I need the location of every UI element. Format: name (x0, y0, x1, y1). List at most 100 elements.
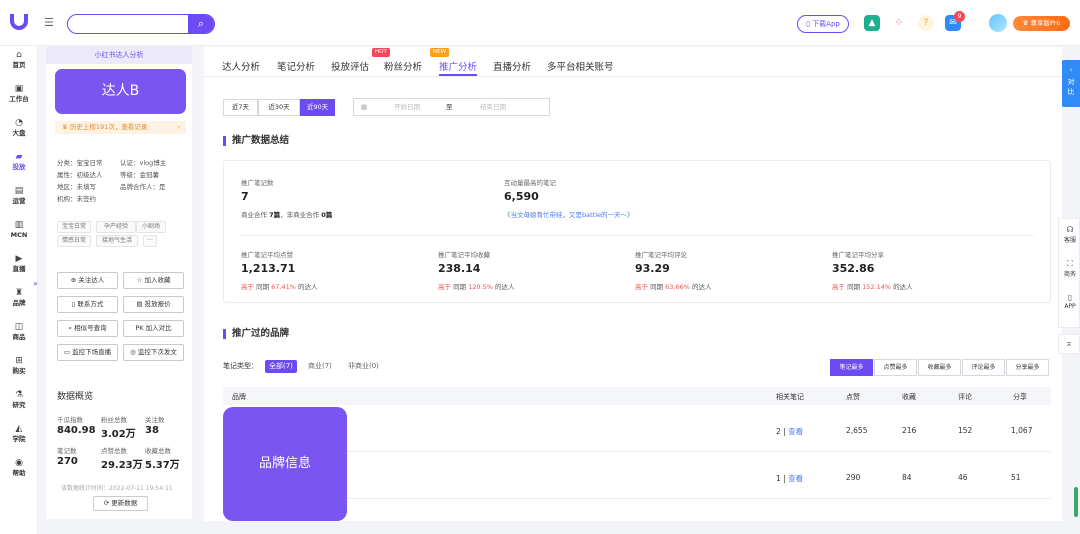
action-button[interactable]: ▯ 联系方式 (57, 296, 118, 313)
right-tool-1[interactable]: ⛶ 商务 (1059, 259, 1080, 278)
nav-item-label: 帮助 (12, 469, 26, 477)
profile-tag: 小剧场 (136, 221, 166, 233)
tab-1[interactable]: 笔记分析 (277, 59, 315, 73)
scrollbar-thumb[interactable] (1074, 487, 1078, 517)
back-to-top-icon[interactable]: ⌅ (1058, 334, 1080, 354)
right-tool-2[interactable]: ▯ APP (1059, 293, 1080, 310)
info-category: 分类：宝宝日常 (57, 159, 103, 167)
end-date[interactable]: 结束日期 (480, 99, 506, 115)
right-tool-0[interactable]: ☊ 客服 (1059, 225, 1080, 244)
filter-option[interactable]: 非商业(0) (348, 360, 379, 373)
filter-option[interactable]: 全部(7) (265, 360, 297, 373)
action-button[interactable]: ☆ 加入收藏 (123, 272, 184, 289)
date-range-picker[interactable]: ▦ 开始日期 至 结束日期 (353, 98, 550, 116)
nav-item-6[interactable]: ▶ 直播 (0, 254, 38, 282)
compare-mid: 同期 (650, 283, 664, 291)
info-brand-coop: 品牌合作人：是 (120, 183, 166, 191)
cell-favs: 216 (902, 426, 917, 435)
user-avatar[interactable] (989, 14, 1007, 32)
help-icon[interactable]: ? (918, 15, 934, 31)
search-input[interactable] (76, 17, 176, 31)
metric-label: 推广笔记平均收藏 (438, 251, 490, 259)
metric-value: 238.14 (438, 262, 481, 275)
tab-0[interactable]: 达人分析 (222, 59, 260, 73)
nav-item-9[interactable]: ⊞ 购买 (0, 356, 38, 384)
top-bar: ☰ ⌕ ▯ 下载App ▲ ⁘ ? ✉ 9 ♛ 尊享版Pro (0, 0, 1080, 46)
table-row: 2 | 查看 2,655 216 152 1,067 (223, 406, 1051, 452)
apps-icon[interactable]: ⁘ (891, 15, 907, 31)
sort-button[interactable]: 评论最多 (962, 359, 1005, 376)
metric-value: 352.86 (832, 262, 875, 275)
sort-button[interactable]: 笔记最多 (830, 359, 873, 376)
menu-toggle-icon[interactable]: ☰ (44, 17, 56, 28)
filter-option[interactable]: 商业(7) (308, 360, 332, 373)
action-button[interactable]: ⌕ 相似号查询 (57, 320, 118, 337)
sort-button[interactable]: 分享最多 (1006, 359, 1049, 376)
compare-button[interactable]: ‹ 对比 (1062, 60, 1080, 107)
range-button[interactable]: 近30天 (258, 99, 300, 116)
history-link[interactable]: ♛ 历史上榜191次，查看记录 › (55, 121, 186, 134)
sort-button[interactable]: 收藏最多 (918, 359, 961, 376)
nav-item-label: 学院 (12, 435, 26, 443)
info-cert: 认证：vlog博主 (120, 159, 167, 167)
tab-3[interactable]: 粉丝分析 (384, 59, 422, 73)
top-note-link[interactable]: 《当文母娘育忙带娃，又是battle的一天～》 (504, 209, 634, 219)
profile-tag: 宝宝日常 (57, 221, 91, 233)
cell-shares: 51 (1011, 473, 1021, 482)
shop-icon[interactable]: ▲ (864, 15, 880, 31)
note-count-breakdown: 商业合作 7篇，非商业合作 0篇 (241, 209, 332, 219)
nav-item-3[interactable]: ▰ 投放 (0, 152, 38, 180)
tab-5[interactable]: 直播分析 (493, 59, 531, 73)
headset-icon: ☊ (1066, 225, 1074, 234)
overview-label: 粉丝总数 (101, 416, 127, 424)
nav-item-5[interactable]: ▥ MCN (0, 220, 38, 248)
start-date[interactable]: 开始日期 (394, 99, 420, 115)
compare-prefix: 高于 (241, 283, 254, 291)
tab-6[interactable]: 多平台相关账号 (547, 59, 614, 73)
sort-button[interactable]: 点赞最多 (874, 359, 917, 376)
nav-item-0[interactable]: ⌂ 首页 (0, 50, 38, 78)
compare-percent: 152.14% (862, 283, 892, 291)
nav-item-10[interactable]: ⚗ 研究 (0, 390, 38, 418)
note-count-value: 7 (241, 190, 249, 203)
action-button[interactable]: ⊕ 关注达人 (57, 272, 118, 289)
action-button[interactable]: ▤ 投放报价 (123, 296, 184, 313)
home-icon: ⌂ (16, 50, 22, 60)
compare-prefix: 高于 (832, 283, 845, 291)
mcn-icon: ▥ (14, 220, 24, 230)
action-button[interactable]: ▭ 监控下场直播 (57, 344, 118, 361)
tab-4[interactable]: 推广分析 (439, 59, 477, 73)
update-data-button[interactable]: ⟳ 更新数据 (93, 496, 148, 511)
nav-item-2[interactable]: ◔ 大盘 (0, 118, 38, 146)
nav-item-4[interactable]: ▤ 运营 (0, 186, 38, 214)
nav-item-1[interactable]: ▣ 工作台 (0, 84, 38, 112)
tab-pill-new: NEW (430, 48, 450, 57)
tab-pill-hot: HOT (372, 48, 390, 57)
notification-badge: 9 (954, 11, 965, 22)
nav-item-12[interactable]: ◉ 帮助 (0, 458, 38, 486)
action-button[interactable]: ◎ 监控下次发文 (123, 344, 184, 361)
action-label: 相似号查询 (74, 324, 107, 332)
nav-item-8[interactable]: ◫ 商品 (0, 322, 38, 350)
range-button[interactable]: 近7天 (223, 99, 258, 116)
view-link[interactable]: 查看 (788, 427, 803, 436)
compare-percent: 63.66% (665, 283, 690, 291)
action-button[interactable]: PK 加入对比 (123, 320, 184, 337)
view-link[interactable]: 查看 (788, 474, 803, 483)
range-button[interactable]: 近90天 (300, 99, 335, 116)
nav-item-7[interactable]: ♜ 品牌 (0, 288, 38, 316)
tab-2[interactable]: 投放评估 (331, 59, 369, 73)
nav-item-label: MCN (10, 231, 28, 239)
download-app-button[interactable]: ▯ 下载App (797, 15, 849, 33)
pro-button[interactable]: ♛ 尊享版Pro (1013, 16, 1070, 31)
right-tool-label: 商务 (1063, 271, 1076, 278)
search-button[interactable]: ⌕ (188, 15, 214, 33)
tab-bar: 达人分析 笔记分析 投放评估 粉丝分析 HOT 推广分析 NEW 直播分析 多平台相关账号 (204, 47, 1062, 77)
nav-item-11[interactable]: ◭ 学院 (0, 424, 38, 452)
logo[interactable] (10, 14, 28, 30)
collapse-nav-icon[interactable]: » (33, 279, 38, 288)
history-label: 历史上榜191次，查看记录 (69, 123, 148, 131)
metric-value: 1,213.71 (241, 262, 296, 275)
update-timestamp: 该数据统计时间：2022-07-11 19:54:11 (61, 485, 173, 492)
action-label: 投放报价 (144, 300, 171, 308)
